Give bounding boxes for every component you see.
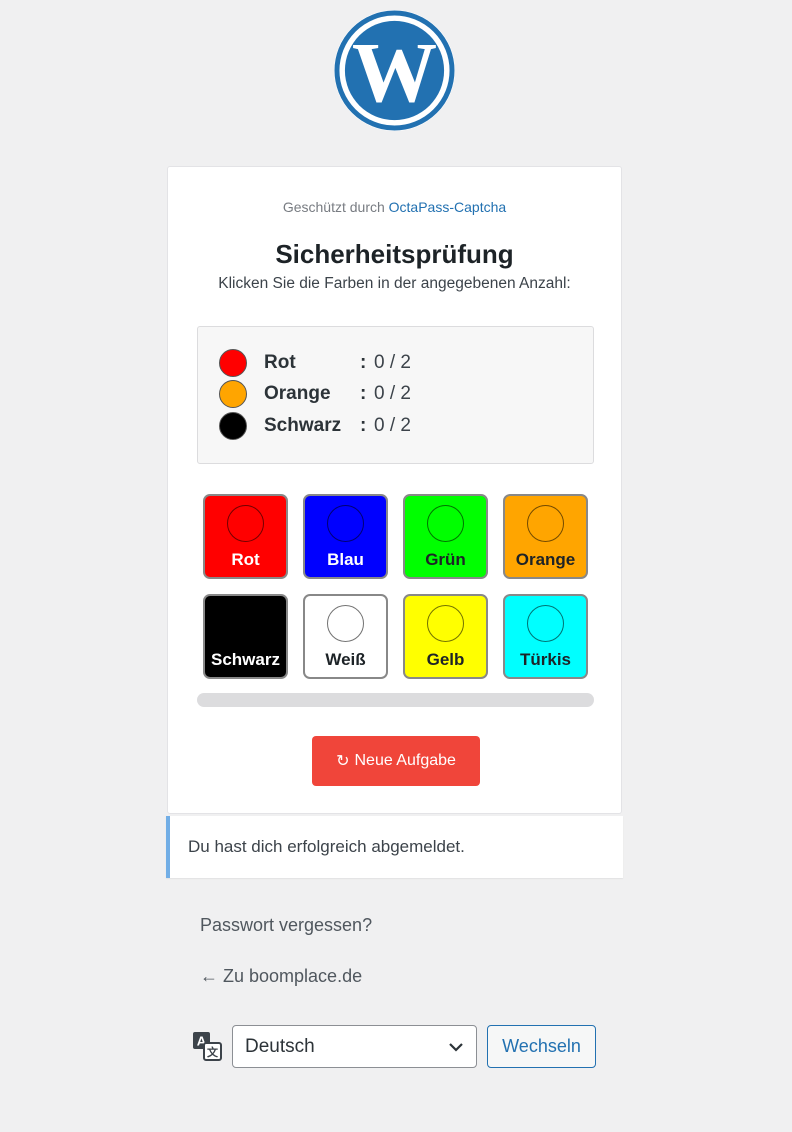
tile-label: Grün: [425, 550, 466, 569]
requirement-count: 0 / 2: [374, 352, 411, 373]
requirement-row: Schwarz : 0 / 2: [219, 411, 411, 441]
tile-label: Orange: [515, 550, 576, 569]
color-dot: [219, 349, 247, 377]
tile-label: Gelb: [426, 650, 465, 669]
notice-text: Du hast dich erfolgreich abgemeldet.: [188, 837, 465, 856]
color-tile-rot[interactable]: Rot: [203, 494, 288, 579]
tile-label: Weiß: [325, 650, 366, 669]
octapass-link[interactable]: OctaPass-Captcha: [389, 199, 507, 215]
translate-icon: A 文: [192, 1031, 222, 1061]
captcha-instructions: Klicken Sie die Farben in der angegebene…: [218, 275, 571, 292]
requirement-colon: :: [360, 415, 367, 436]
progress-bar: [197, 693, 594, 707]
circle-icon: [427, 605, 464, 642]
logout-notice: Du hast dich erfolgreich abgemeldet.: [166, 816, 623, 878]
color-dot: [219, 380, 247, 408]
requirement-count: 0 / 2: [374, 383, 411, 404]
protected-prefix: Geschützt durch: [282, 199, 385, 215]
svg-text:W: W: [352, 26, 437, 120]
switch-language-button[interactable]: Wechseln: [487, 1025, 596, 1068]
color-tile-gelb[interactable]: Gelb: [403, 594, 488, 679]
new-task-label: Neue Aufgabe: [354, 752, 456, 769]
circle-icon: [227, 605, 264, 642]
color-tile-schwarz[interactable]: Schwarz: [203, 594, 288, 679]
circle-icon: [527, 605, 564, 642]
refresh-icon: ↻: [336, 753, 350, 770]
wordpress-logo-icon[interactable]: W: [334, 10, 455, 131]
captcha-card: Geschützt durch OctaPass-Captcha Sicherh…: [167, 166, 622, 814]
requirement-colon: :: [360, 352, 367, 373]
requirement-colon: :: [360, 383, 367, 404]
circle-icon: [327, 605, 364, 642]
requirement-name: Schwarz: [264, 415, 342, 436]
requirement-name: Rot: [264, 352, 296, 373]
color-dot: [219, 412, 247, 440]
color-tile-orange[interactable]: Orange: [503, 494, 588, 579]
color-tile-blau[interactable]: Blau: [303, 494, 388, 579]
circle-icon: [227, 505, 264, 542]
color-tile-gruen[interactable]: Grün: [403, 494, 488, 579]
circle-icon: [427, 505, 464, 542]
chevron-down-icon: [447, 1038, 465, 1062]
svg-text:文: 文: [207, 1045, 219, 1059]
tile-label: Schwarz: [211, 650, 280, 669]
lost-password-link[interactable]: Passwort vergessen?: [200, 915, 372, 936]
requirement-name: Orange: [264, 383, 331, 404]
circle-icon: [327, 505, 364, 542]
protected-by-line: Geschützt durch OctaPass-Captcha: [168, 199, 621, 215]
requirements-box: Rot : 0 / 2 Orange : 0 / 2 Schwarz : 0 /…: [197, 326, 594, 464]
requirement-count: 0 / 2: [374, 415, 411, 436]
tile-label: Türkis: [519, 650, 572, 669]
circle-icon: [527, 505, 564, 542]
language-selected-value: Deutsch: [245, 1035, 315, 1057]
requirement-row: Orange : 0 / 2: [219, 379, 411, 409]
captcha-title: Sicherheitsprüfung: [275, 239, 514, 269]
language-select[interactable]: Deutsch: [232, 1025, 477, 1068]
back-to-site-link[interactable]: ← Zu boomplace.de: [200, 966, 362, 987]
color-tile-weiss[interactable]: Weiß: [303, 594, 388, 679]
requirement-row: Rot : 0 / 2: [219, 348, 411, 378]
color-tile-tuerkis[interactable]: Türkis: [503, 594, 588, 679]
new-task-button[interactable]: ↻ Neue Aufgabe: [312, 736, 480, 786]
tile-label: Blau: [327, 550, 364, 569]
tile-label: Rot: [231, 550, 260, 569]
